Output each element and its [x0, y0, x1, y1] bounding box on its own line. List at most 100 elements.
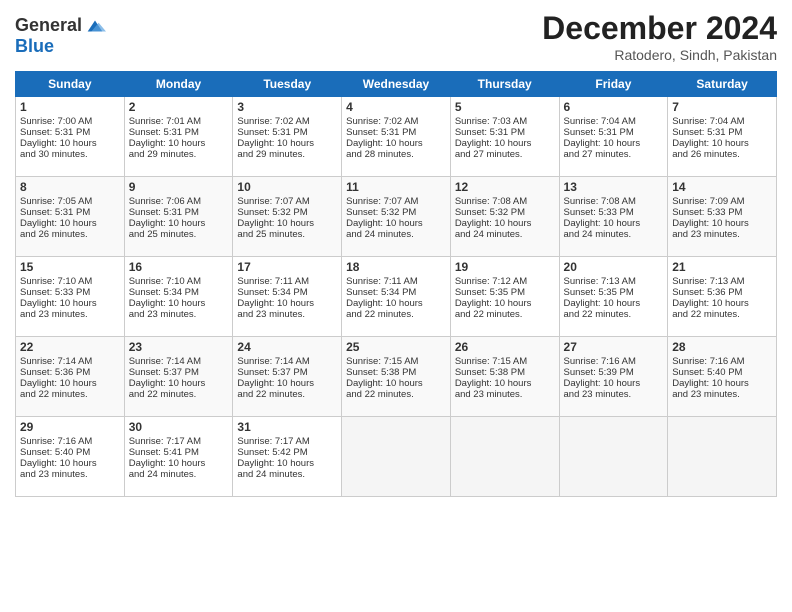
column-header-thursday: Thursday	[450, 72, 559, 97]
day-number: 19	[455, 260, 555, 274]
cell-line: and 23 minutes.	[455, 389, 555, 400]
cell-line: Sunset: 5:34 PM	[237, 287, 337, 298]
calendar-cell: 26Sunrise: 7:15 AMSunset: 5:38 PMDayligh…	[450, 337, 559, 417]
day-number: 29	[20, 420, 120, 434]
cell-line: and 25 minutes.	[237, 229, 337, 240]
column-header-tuesday: Tuesday	[233, 72, 342, 97]
calendar-header-row: SundayMondayTuesdayWednesdayThursdayFrid…	[16, 72, 777, 97]
calendar-cell: 24Sunrise: 7:14 AMSunset: 5:37 PMDayligh…	[233, 337, 342, 417]
cell-line: Daylight: 10 hours	[237, 298, 337, 309]
cell-line: Daylight: 10 hours	[20, 218, 120, 229]
cell-line: Daylight: 10 hours	[564, 298, 664, 309]
day-number: 7	[672, 100, 772, 114]
cell-line: Sunset: 5:38 PM	[455, 367, 555, 378]
calendar-cell: 20Sunrise: 7:13 AMSunset: 5:35 PMDayligh…	[559, 257, 668, 337]
cell-line: Sunset: 5:33 PM	[672, 207, 772, 218]
cell-line: Sunset: 5:37 PM	[237, 367, 337, 378]
cell-line: and 23 minutes.	[129, 309, 229, 320]
cell-line: Sunrise: 7:08 AM	[455, 196, 555, 207]
cell-line: and 22 minutes.	[564, 309, 664, 320]
cell-line: and 24 minutes.	[129, 469, 229, 480]
cell-line: Sunset: 5:33 PM	[20, 287, 120, 298]
cell-line: Daylight: 10 hours	[346, 378, 446, 389]
calendar-cell: 22Sunrise: 7:14 AMSunset: 5:36 PMDayligh…	[16, 337, 125, 417]
cell-line: Daylight: 10 hours	[129, 138, 229, 149]
cell-line: Daylight: 10 hours	[237, 218, 337, 229]
title-block: December 2024 Ratodero, Sindh, Pakistan	[542, 10, 777, 63]
day-number: 21	[672, 260, 772, 274]
cell-line: Sunrise: 7:14 AM	[129, 356, 229, 367]
calendar-cell: 27Sunrise: 7:16 AMSunset: 5:39 PMDayligh…	[559, 337, 668, 417]
day-number: 13	[564, 180, 664, 194]
day-number: 23	[129, 340, 229, 354]
cell-line: Daylight: 10 hours	[20, 298, 120, 309]
cell-line: Sunrise: 7:06 AM	[129, 196, 229, 207]
cell-line: Sunset: 5:31 PM	[455, 127, 555, 138]
cell-line: Sunset: 5:34 PM	[129, 287, 229, 298]
calendar-body: 1Sunrise: 7:00 AMSunset: 5:31 PMDaylight…	[16, 97, 777, 497]
cell-line: Sunset: 5:35 PM	[455, 287, 555, 298]
cell-line: Sunset: 5:42 PM	[237, 447, 337, 458]
cell-line: Sunrise: 7:01 AM	[129, 116, 229, 127]
cell-line: Daylight: 10 hours	[237, 378, 337, 389]
cell-line: Sunset: 5:36 PM	[20, 367, 120, 378]
cell-line: and 23 minutes.	[20, 469, 120, 480]
calendar-cell	[450, 417, 559, 497]
location-subtitle: Ratodero, Sindh, Pakistan	[542, 47, 777, 63]
day-number: 4	[346, 100, 446, 114]
cell-line: and 27 minutes.	[455, 149, 555, 160]
cell-line: and 24 minutes.	[564, 229, 664, 240]
cell-line: Sunset: 5:33 PM	[564, 207, 664, 218]
cell-line: and 23 minutes.	[672, 389, 772, 400]
calendar-cell: 13Sunrise: 7:08 AMSunset: 5:33 PMDayligh…	[559, 177, 668, 257]
day-number: 26	[455, 340, 555, 354]
cell-line: Sunset: 5:31 PM	[346, 127, 446, 138]
day-number: 27	[564, 340, 664, 354]
cell-line: Sunset: 5:38 PM	[346, 367, 446, 378]
cell-line: Sunset: 5:32 PM	[455, 207, 555, 218]
cell-line: Sunrise: 7:11 AM	[237, 276, 337, 287]
calendar-cell: 28Sunrise: 7:16 AMSunset: 5:40 PMDayligh…	[668, 337, 777, 417]
calendar-cell: 11Sunrise: 7:07 AMSunset: 5:32 PMDayligh…	[342, 177, 451, 257]
cell-line: and 23 minutes.	[237, 309, 337, 320]
day-number: 11	[346, 180, 446, 194]
cell-line: Daylight: 10 hours	[455, 218, 555, 229]
calendar-cell: 5Sunrise: 7:03 AMSunset: 5:31 PMDaylight…	[450, 97, 559, 177]
cell-line: and 26 minutes.	[20, 229, 120, 240]
month-title: December 2024	[542, 10, 777, 47]
cell-line: Daylight: 10 hours	[564, 218, 664, 229]
cell-line: Daylight: 10 hours	[672, 138, 772, 149]
cell-line: Daylight: 10 hours	[564, 138, 664, 149]
cell-line: Sunrise: 7:03 AM	[455, 116, 555, 127]
cell-line: Sunset: 5:40 PM	[20, 447, 120, 458]
calendar-cell: 1Sunrise: 7:00 AMSunset: 5:31 PMDaylight…	[16, 97, 125, 177]
cell-line: Sunset: 5:34 PM	[346, 287, 446, 298]
calendar-cell: 6Sunrise: 7:04 AMSunset: 5:31 PMDaylight…	[559, 97, 668, 177]
cell-line: and 23 minutes.	[564, 389, 664, 400]
calendar-table: SundayMondayTuesdayWednesdayThursdayFrid…	[15, 71, 777, 497]
cell-line: Sunrise: 7:02 AM	[346, 116, 446, 127]
cell-line: and 27 minutes.	[564, 149, 664, 160]
calendar-cell: 10Sunrise: 7:07 AMSunset: 5:32 PMDayligh…	[233, 177, 342, 257]
cell-line: Daylight: 10 hours	[129, 298, 229, 309]
calendar-cell: 15Sunrise: 7:10 AMSunset: 5:33 PMDayligh…	[16, 257, 125, 337]
logo-icon	[84, 15, 106, 37]
cell-line: Sunrise: 7:05 AM	[20, 196, 120, 207]
cell-line: Sunrise: 7:10 AM	[129, 276, 229, 287]
column-header-wednesday: Wednesday	[342, 72, 451, 97]
cell-line: and 23 minutes.	[672, 229, 772, 240]
cell-line: Sunrise: 7:15 AM	[346, 356, 446, 367]
cell-line: Sunset: 5:31 PM	[672, 127, 772, 138]
logo-text-line1: General	[15, 16, 82, 36]
cell-line: Sunset: 5:32 PM	[346, 207, 446, 218]
cell-line: and 23 minutes.	[20, 309, 120, 320]
cell-line: and 26 minutes.	[672, 149, 772, 160]
cell-line: Sunrise: 7:14 AM	[20, 356, 120, 367]
cell-line: and 22 minutes.	[237, 389, 337, 400]
day-number: 15	[20, 260, 120, 274]
cell-line: and 22 minutes.	[20, 389, 120, 400]
cell-line: Sunrise: 7:13 AM	[672, 276, 772, 287]
cell-line: and 24 minutes.	[237, 469, 337, 480]
calendar-cell: 18Sunrise: 7:11 AMSunset: 5:34 PMDayligh…	[342, 257, 451, 337]
calendar-cell: 19Sunrise: 7:12 AMSunset: 5:35 PMDayligh…	[450, 257, 559, 337]
